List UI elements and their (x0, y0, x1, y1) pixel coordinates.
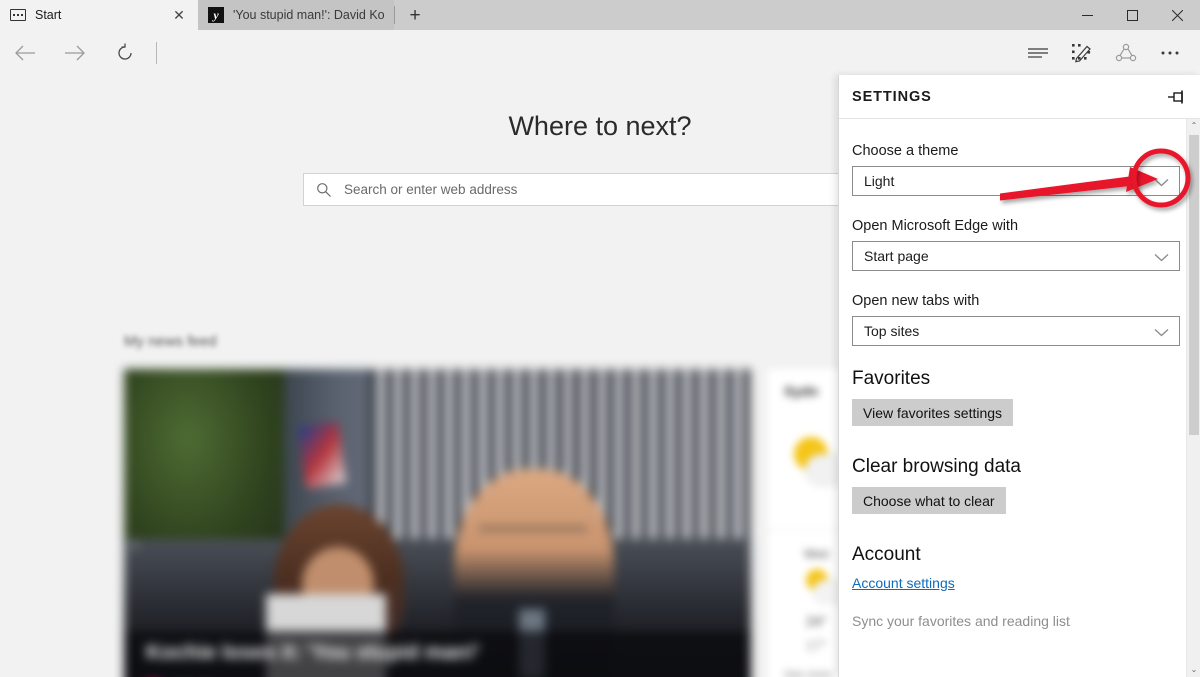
refresh-icon[interactable] (100, 30, 150, 75)
toolbar-divider (156, 41, 157, 64)
start-page-icon (10, 7, 26, 23)
carousel-prev-icon[interactable]: ‹ (132, 534, 138, 555)
window-controls (1065, 0, 1200, 30)
tab-start[interactable]: Start ✕ (0, 0, 198, 30)
news-headline: Kochie loses it: 'You stupid man!' (146, 641, 480, 664)
chevron-down-icon[interactable] (1154, 317, 1169, 347)
account-settings-link[interactable]: Account settings (852, 575, 955, 591)
search-icon (304, 182, 344, 198)
tab-news-article[interactable]: y 'You stupid man!': David Ko (198, 0, 394, 30)
clear-browsing-data-heading: Clear browsing data (852, 456, 1021, 477)
tab-title: Start (35, 8, 62, 22)
scrollbar-up-arrow-icon[interactable]: ⌃ (1187, 119, 1200, 133)
settings-panel-header: SETTINGS (839, 75, 1200, 119)
new-tab-button[interactable]: + (395, 0, 435, 30)
minimize-icon[interactable] (1065, 0, 1110, 30)
forward-icon[interactable] (50, 30, 100, 75)
back-icon[interactable] (0, 30, 50, 75)
share-icon[interactable] (1104, 30, 1148, 75)
open-edge-with-value: Start page (864, 248, 929, 264)
open-new-tabs-with-dropdown[interactable]: Top sites (852, 316, 1180, 346)
browser-window: Start ✕ y 'You stupid man!': David Ko + (0, 0, 1200, 677)
search-placeholder: Search or enter web address (344, 182, 518, 197)
chevron-down-icon[interactable] (1154, 242, 1169, 272)
settings-panel-body: Choose a theme Light Open Microsoft Edge… (839, 119, 1200, 677)
news-feed-label: My news feed (124, 333, 217, 350)
maximize-icon[interactable] (1110, 0, 1155, 30)
news-image-glasses (479, 527, 587, 539)
news-site-icon: y (208, 7, 224, 23)
title-bar: Start ✕ y 'You stupid man!': David Ko + (0, 0, 1200, 30)
weather-high-temp: 24° (806, 613, 828, 629)
navigation-toolbar (0, 30, 1200, 75)
web-note-icon[interactable] (1060, 30, 1104, 75)
scrollbar-down-arrow-icon[interactable]: ⌄ (1187, 663, 1200, 677)
open-edge-with-label: Open Microsoft Edge with (852, 218, 1019, 234)
close-icon[interactable] (1155, 0, 1200, 30)
theme-dropdown[interactable]: Light (852, 166, 1180, 196)
choose-what-to-clear-button[interactable]: Choose what to clear (852, 487, 1006, 514)
search-input[interactable]: Search or enter web address (303, 173, 897, 206)
sync-note: Sync your favorites and reading list (852, 613, 1070, 629)
open-new-tabs-with-value: Top sites (864, 323, 920, 339)
weather-city: Sydn (784, 383, 819, 399)
news-image-flag (297, 421, 347, 489)
scrollbar-thumb[interactable] (1189, 135, 1199, 435)
titlebar-drag-area (435, 0, 1065, 30)
pin-icon[interactable] (1167, 88, 1189, 106)
theme-label: Choose a theme (852, 143, 959, 159)
settings-panel-title: SETTINGS (852, 88, 932, 105)
reading-view-icon[interactable] (1016, 30, 1060, 75)
settings-panel-scrollbar[interactable]: ⌃ ⌄ (1186, 119, 1200, 677)
tab-close-button[interactable]: ✕ (168, 0, 190, 30)
more-icon[interactable] (1148, 30, 1192, 75)
settings-panel: SETTINGS Choose a theme Light Open Micro… (838, 75, 1200, 677)
chevron-down-icon[interactable] (1154, 167, 1169, 197)
weather-day: Wed (804, 547, 829, 561)
account-heading: Account (852, 544, 921, 565)
view-favorites-settings-button[interactable]: View favorites settings (852, 399, 1014, 426)
weather-see-more-link[interactable]: See more (784, 669, 832, 677)
weather-low-temp: 17° (806, 637, 828, 653)
open-new-tabs-with-label: Open new tabs with (852, 293, 980, 309)
open-edge-with-dropdown[interactable]: Start page (852, 241, 1180, 271)
theme-value: Light (864, 173, 895, 189)
tab-title: 'You stupid man!': David Ko (233, 8, 385, 22)
toolbar-actions (1016, 30, 1200, 75)
news-feed-card[interactable]: Kochie loses it: 'You stupid man!' video… (124, 369, 751, 677)
favorites-heading: Favorites (852, 368, 931, 389)
